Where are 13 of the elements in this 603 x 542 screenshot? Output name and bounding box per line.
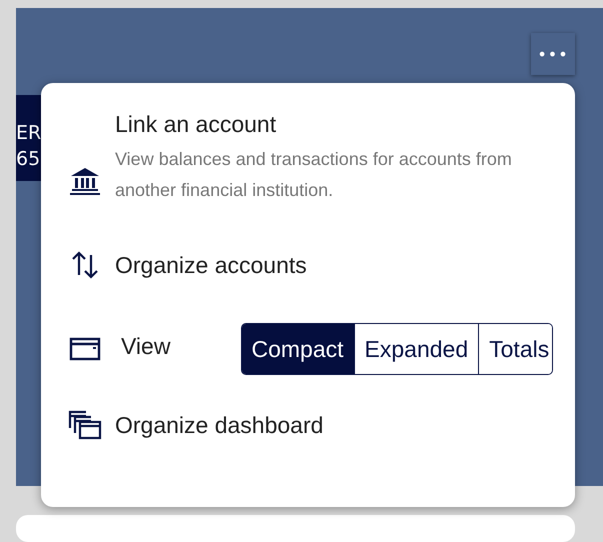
window-icon [69, 337, 101, 361]
view-option[interactable]: Compact [242, 324, 354, 374]
menu-item[interactable]: Organize dashboard [115, 412, 324, 438]
account-number: 65 [16, 147, 42, 172]
menu-item-title[interactable]: Link an account [115, 111, 553, 138]
account-name: ER [16, 121, 42, 146]
menu-item-description: View balances and transactions for accounts from another financial institution. [115, 148, 513, 202]
stacked-windows-icon [68, 410, 102, 440]
menu-item[interactable]: Organize accounts [115, 252, 307, 278]
view-option[interactable]: Totals [478, 324, 552, 374]
bank-icon [69, 167, 101, 195]
more-options-button[interactable]: ••• [531, 33, 575, 75]
view-label: View [121, 332, 172, 360]
